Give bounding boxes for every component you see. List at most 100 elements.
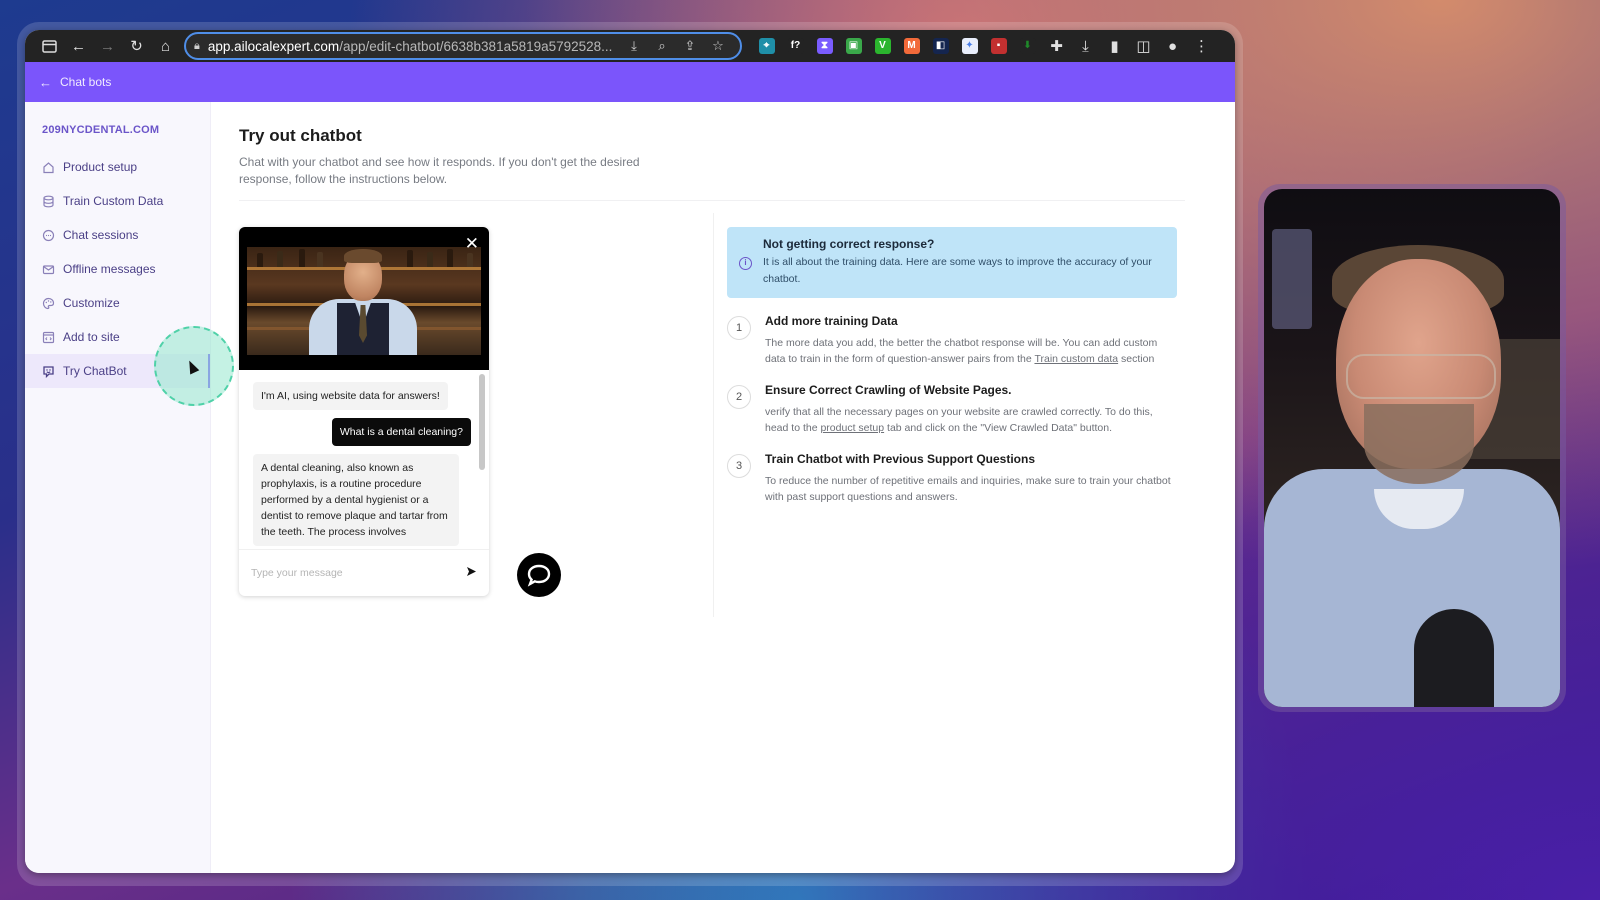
step-text-before: To reduce the number of repetitive email… [765,475,1171,503]
app-header: ← Chat bots [25,62,1235,102]
extension-blue-sparkle-icon-glyph: ✦ [961,38,978,54]
reload-icon[interactable]: ↻ [122,32,151,60]
step-text-after: section [1118,352,1155,365]
extension-fx-icon-glyph: f? [787,38,804,54]
sidebar-item-offline-messages[interactable]: Offline messages [25,252,210,286]
sidebar-item-label: Customize [63,296,120,310]
sidebar-item-customize[interactable]: Customize [25,286,210,320]
extension-fx-icon[interactable]: f? [781,32,810,60]
page-title: Try out chatbot [239,126,362,145]
sidebar-item-chat-sessions[interactable]: Chat sessions [25,218,210,252]
tip-step: 3 Train Chatbot with Previous Support Que… [727,452,1177,505]
extension-navy-icon-glyph: ◧ [932,38,949,54]
chat-bubble-icon [42,229,55,242]
info-text: It is all about the training data. Here … [763,256,1152,285]
extension-cursor-icon-glyph: ⌖ [758,38,775,54]
tips-column: i Not getting correct response? It is al… [727,227,1177,596]
url-path: /app/edit-chatbot/6638b381a5819a5792528.… [339,38,613,54]
step-link[interactable]: Train custom data [1034,353,1118,365]
microphone [1414,609,1494,707]
step-title: Ensure Correct Crawling of Website Pages… [765,383,1012,397]
extension-navy-icon[interactable]: ◧ [926,32,955,60]
tips-steps: 1 Add more training Data The more data you… [727,314,1177,505]
extension-green-arrow-icon[interactable]: ⬇ [1013,32,1042,60]
extension-green-robot-icon-glyph: ▣ [845,38,862,54]
puzzle-extensions-icon[interactable]: ✚ [1042,32,1071,60]
chat-scrollbar[interactable] [479,374,485,470]
zoom-icon[interactable]: ⌕ [648,38,676,54]
extension-v-icon-glyph: V [874,38,891,54]
home-icon [42,161,55,174]
column-divider [713,213,714,617]
browser-window: ← → ↻ ⌂ 🔒︎ app.ailocalexpert.com/app/edi… [25,30,1235,873]
bot-face-icon [42,365,55,378]
sidebar-item-train-custom-data[interactable]: Train Custom Data [25,184,210,218]
extension-v-icon[interactable]: V [868,32,897,60]
chat-messages: I'm AI, using website data for answers! W… [239,370,489,549]
sidebar-item-product-setup[interactable]: Product setup [25,150,210,184]
send-icon[interactable] [466,566,477,580]
extension-cursor-icon[interactable]: ⌖ [752,32,781,60]
back-arrow-icon[interactable]: ← [39,75,52,90]
install-app-icon[interactable]: ⤓ [620,38,648,54]
profile-icon[interactable]: ● [1158,32,1187,60]
extension-green-arrow-icon-glyph: ⬇ [1019,38,1036,54]
share-icon[interactable]: ⇪ [676,38,704,54]
bot-message: I'm AI, using website data for answers! [253,382,448,410]
extension-blue-sparkle-icon[interactable]: ✦ [955,32,984,60]
chat-widget: ✕ I'm AI, using website data for answers… [239,227,489,596]
extension-red-square-icon-glyph: ▪ [990,38,1007,54]
url-text[interactable]: app.ailocalexpert.com/app/edit-chatbot/6… [208,39,620,54]
sidebar-item-label: Product setup [63,160,138,174]
chat-launcher-button[interactable] [517,553,561,597]
more-menu-icon[interactable]: ⋮ [1187,32,1216,60]
sidebar-item-label: Chat sessions [63,228,139,242]
chat-bubble-icon [527,564,551,587]
palette-icon [42,297,55,310]
header-divider [239,200,1185,201]
close-icon[interactable]: ✕ [465,235,479,253]
sidebar-item-label: Add to site [63,330,120,344]
home-icon[interactable]: ⌂ [151,32,180,60]
step-text: To reduce the number of repetitive email… [765,474,1177,505]
back-icon[interactable]: ← [64,32,93,60]
extension-red-square-icon[interactable]: ▪ [984,32,1013,60]
sidebar-item-label: Try ChatBot [63,364,127,378]
chat-input-row [239,549,489,596]
message-input[interactable] [251,567,466,579]
url-host: app.ailocalexpert.com [207,38,340,54]
step-text-after: tab and click on the "View Crawled Data"… [884,421,1112,434]
split-view-icon[interactable]: ◫ [1129,32,1158,60]
extension-orange-circle-icon[interactable]: M [897,32,926,60]
main-content: Try out chatbot Chat with your chatbot a… [211,102,1235,873]
webcam-presenter-video [1264,189,1560,707]
tip-step: 1 Add more training Data The more data you… [727,314,1177,367]
extension-orange-circle-icon-glyph: M [903,38,920,54]
lock-icon: 🔒︎ [194,39,200,52]
side-panel-icon[interactable]: ▮ [1100,32,1129,60]
content-area: ✕ I'm AI, using website data for answers… [239,213,1207,617]
chat-bots-link[interactable]: Chat bots [60,75,111,89]
bookmark-star-icon[interactable]: ☆ [704,38,732,54]
page-subtitle: Chat with your chatbot and see how it re… [239,155,640,186]
database-icon [42,195,55,208]
forward-icon[interactable]: → [93,32,122,60]
step-number: 2 [727,385,751,409]
extension-green-robot-icon[interactable]: ▣ [839,32,868,60]
info-icon: i [739,257,752,270]
browser-toolbar: ← → ↻ ⌂ 🔒︎ app.ailocalexpert.com/app/edi… [25,30,1235,62]
download-icon[interactable]: ⤓ [1071,32,1100,60]
address-bar[interactable]: 🔒︎ app.ailocalexpert.com/app/edit-chatbo… [184,32,742,60]
chat-header: ✕ [239,227,489,370]
sidebar-toggle-icon[interactable] [35,32,64,60]
mail-icon [42,263,55,276]
sidebar-item-label: Train Custom Data [63,194,164,208]
user-message: What is a dental cleaning? [331,418,471,446]
step-link[interactable]: product setup [820,422,884,434]
tip-step: 2 Ensure Correct Crawling of Website Page… [727,383,1177,436]
step-text: verify that all the necessary pages on y… [765,405,1177,436]
extension-hourglass-icon[interactable]: ⧗ [810,32,839,60]
sidebar: 209NYCDENTAL.COM Product setup Train Cust… [25,102,234,873]
step-title: Add more training Data [765,314,898,328]
sidebar-item-label: Offline messages [63,262,156,276]
